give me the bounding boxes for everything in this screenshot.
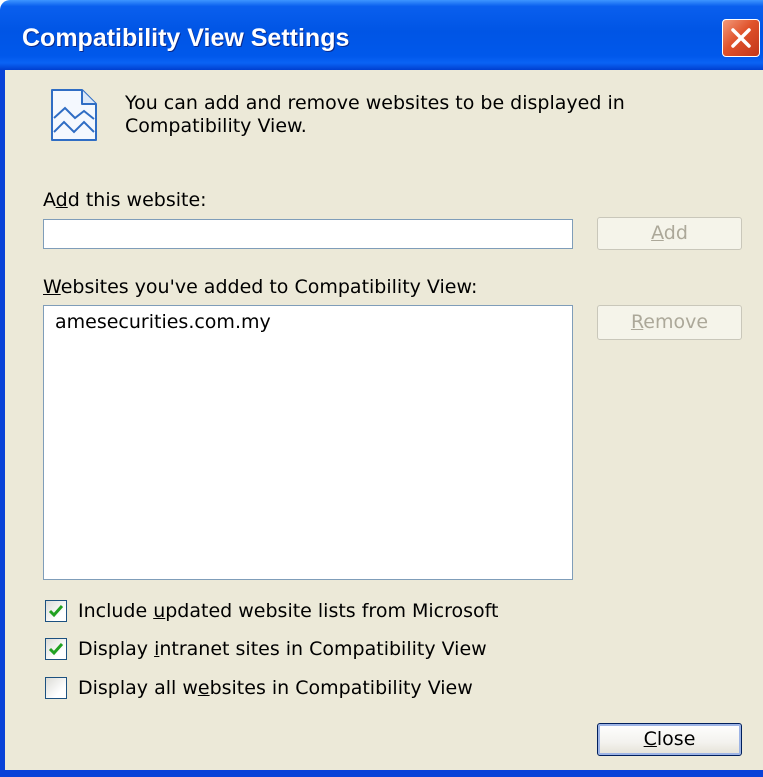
checkmark-icon xyxy=(48,605,64,618)
access-key: d xyxy=(55,189,68,211)
intro-line: Compatibility View. xyxy=(125,115,307,137)
button-label: emove xyxy=(643,311,709,333)
label-text: Display all w xyxy=(78,677,198,699)
label-text: bsites in Compatibility View xyxy=(209,677,473,699)
display-all-websites-checkbox[interactable] xyxy=(45,677,67,699)
webpage-icon xyxy=(51,89,97,141)
label-text: Display xyxy=(78,638,155,660)
checkmark-icon xyxy=(48,643,64,656)
intro-line: You can add and remove websites to be di… xyxy=(125,92,625,114)
option-label[interactable]: Include updated website lists from Micro… xyxy=(78,600,498,622)
access-key: W xyxy=(43,276,61,298)
button-label: dd xyxy=(663,222,688,244)
add-button[interactable]: Add xyxy=(597,217,742,250)
label-text: Include xyxy=(78,600,154,622)
button-label: lose xyxy=(656,728,696,750)
close-button[interactable]: Close xyxy=(597,723,742,756)
remove-button[interactable]: Remove xyxy=(597,305,742,340)
intro-description: You can add and remove websites to be di… xyxy=(125,92,625,138)
website-listbox[interactable]: amesecurities.com.my xyxy=(43,305,573,580)
label-text: ntranet sites in Compatibility View xyxy=(159,638,487,660)
access-key: R xyxy=(630,311,644,333)
add-website-label: Add this website: xyxy=(43,189,207,211)
label-text: A xyxy=(43,189,56,211)
option-display-intranet-sites[interactable]: Display intranet sites in Compatibility … xyxy=(45,638,565,660)
website-input[interactable] xyxy=(43,219,573,249)
window-frame-bottom xyxy=(0,770,763,777)
option-display-all-websites[interactable]: Display all websites in Compatibility Vi… xyxy=(45,677,565,699)
list-item[interactable]: amesecurities.com.my xyxy=(44,311,572,333)
close-icon xyxy=(731,28,751,48)
website-list-label: Websites you've added to Compatibility V… xyxy=(43,276,477,298)
title-bar[interactable]: Compatibility View Settings xyxy=(0,0,763,70)
access-key: A xyxy=(651,222,664,244)
label-text: d this website: xyxy=(67,189,207,211)
access-key: e xyxy=(197,677,210,699)
option-label[interactable]: Display all websites in Compatibility Vi… xyxy=(78,677,473,699)
close-window-button[interactable] xyxy=(722,19,760,57)
compatibility-view-settings-dialog: Compatibility View Settings You can add … xyxy=(0,0,763,777)
label-text: pdated website lists from Microsoft xyxy=(165,600,499,622)
option-include-updated-lists[interactable]: Include updated website lists from Micro… xyxy=(45,600,565,622)
include-updated-lists-checkbox[interactable] xyxy=(45,600,67,622)
access-key: C xyxy=(643,728,657,750)
label-text: ebsites you've added to Compatibility Vi… xyxy=(60,276,478,298)
display-intranet-sites-checkbox[interactable] xyxy=(45,638,67,660)
option-label[interactable]: Display intranet sites in Compatibility … xyxy=(78,638,487,660)
window-title: Compatibility View Settings xyxy=(22,24,350,52)
access-key: u xyxy=(153,600,166,622)
